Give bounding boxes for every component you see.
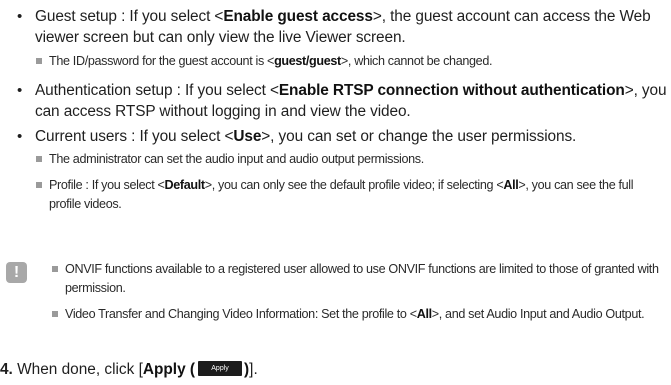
guest-credentials: guest/guest <box>274 54 341 68</box>
option-default: Default <box>164 178 206 192</box>
text-prefix: The ID/password for the guest account is… <box>49 54 275 68</box>
text-part: >, and set Audio Input and Audio Output. <box>431 307 645 321</box>
square-bullet-icon <box>52 266 58 272</box>
step-text: When done, click [ <box>12 361 143 378</box>
apply-button[interactable]: Apply <box>198 360 243 376</box>
option-all: All <box>416 307 432 321</box>
square-bullet-icon <box>36 156 42 162</box>
audio-permissions-note: The administrator can set the audio inpu… <box>36 150 668 169</box>
onvif-note-text: ONVIF functions available to a registere… <box>65 262 659 295</box>
step-number: 4. <box>0 361 13 378</box>
authentication-setup-text: Authentication setup : If you select <En… <box>17 80 667 122</box>
manual-page: • Guest setup : If you select <Enable gu… <box>0 0 671 385</box>
apply-label: Apply ( <box>142 361 196 378</box>
text-suffix: >, which cannot be changed. <box>340 54 493 68</box>
guest-setup-text: Guest setup : If you select <Enable gues… <box>17 6 667 48</box>
text-suffix: >, you can set or change the user permis… <box>261 128 577 145</box>
text-prefix: Current users : If you select < <box>35 128 234 145</box>
bullet-dot: • <box>17 128 23 145</box>
text-prefix: Guest setup : If you select < <box>35 8 224 25</box>
text-part: Profile : If you select < <box>49 178 165 192</box>
option-use: Use <box>233 128 262 145</box>
option-all: All <box>503 178 519 192</box>
profile-note: Profile : If you select <Default>, you c… <box>36 176 668 214</box>
audio-permissions-text: The administrator can set the audio inpu… <box>49 152 424 166</box>
option-enable-guest-access: Enable guest access <box>223 8 373 25</box>
text-part: >, you can only see the default profile … <box>204 178 504 192</box>
square-bullet-icon <box>36 58 42 64</box>
option-enable-rtsp: Enable RTSP connection without authentic… <box>278 82 625 99</box>
authentication-setup-item: • Authentication setup : If you select <… <box>17 80 667 122</box>
bullet-dot: • <box>17 82 23 99</box>
note-exclamation-icon: ! <box>6 262 27 283</box>
guest-account-note: The ID/password for the guest account is… <box>36 52 668 71</box>
current-users-item: • Current users : If you select <Use>, y… <box>17 126 667 147</box>
text-part: Video Transfer and Changing Video Inform… <box>65 307 417 321</box>
step-text-end: ]. <box>249 361 258 378</box>
current-users-text: Current users : If you select <Use>, you… <box>17 126 667 147</box>
square-bullet-icon <box>36 182 42 188</box>
onvif-note: ONVIF functions available to a registere… <box>52 260 667 298</box>
step-4: 4. When done, click [Apply (Apply)]. <box>0 359 258 380</box>
video-transfer-note: Video Transfer and Changing Video Inform… <box>52 305 667 324</box>
text-prefix: Authentication setup : If you select < <box>35 82 279 99</box>
square-bullet-icon <box>52 311 58 317</box>
bullet-dot: • <box>17 8 23 25</box>
guest-setup-item: • Guest setup : If you select <Enable gu… <box>17 6 667 48</box>
